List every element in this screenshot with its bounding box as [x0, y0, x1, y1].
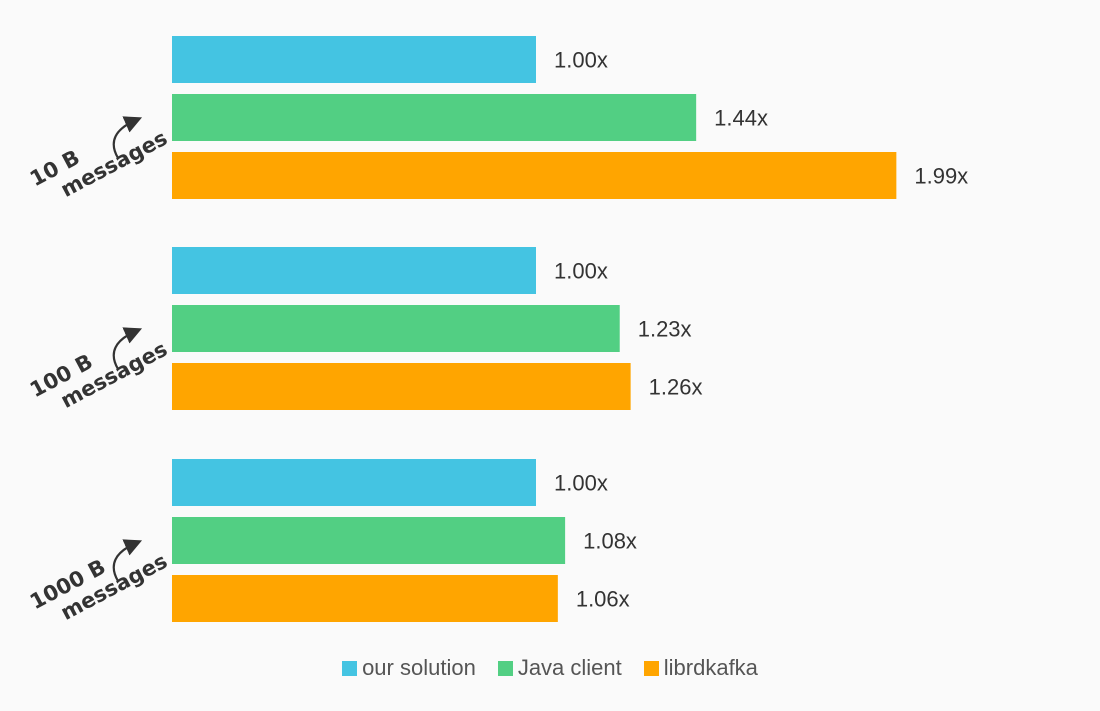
bar-our-solution — [172, 459, 536, 506]
bar-java-client — [172, 94, 697, 141]
legend-item: our solution — [342, 655, 476, 681]
data-label: 1.00x — [554, 471, 608, 496]
data-label: 1.06x — [576, 587, 630, 612]
legend-label: librdkafka — [663, 655, 758, 680]
legend-label: Java client — [517, 655, 622, 680]
bar-librdkafka — [172, 363, 631, 410]
legend-swatch — [497, 660, 513, 676]
bar-our-solution — [172, 36, 536, 83]
bar-our-solution — [172, 247, 536, 294]
chart-plot: 1.00x 1.44x 1.99x 10 Bmessages 1.00x 1.23x 1.2… — [26, 36, 968, 625]
data-label: 1.00x — [554, 259, 608, 284]
legend-item: Java client — [497, 655, 622, 681]
legend-item: librdkafka — [643, 655, 758, 681]
legend-swatch — [342, 660, 358, 676]
bar-java-client — [172, 517, 566, 564]
legend-label: our solution — [362, 655, 476, 680]
data-label: 1.99x — [914, 164, 968, 189]
data-label: 1.44x — [714, 106, 768, 131]
data-label: 1.26x — [649, 375, 703, 400]
bar-java-client — [172, 305, 620, 352]
legend-swatch — [643, 660, 659, 676]
data-label: 1.00x — [554, 48, 608, 73]
chart: 1.00x 1.44x 1.99x 10 Bmessages 1.00x 1.23x 1.2… — [0, 0, 1100, 711]
data-label: 1.23x — [638, 317, 692, 342]
legend: our solution Java client librdkafka — [0, 655, 1100, 681]
bar-librdkafka — [172, 152, 897, 199]
data-label: 1.08x — [583, 529, 637, 554]
bar-librdkafka — [172, 575, 558, 622]
group-label: 100 Bmessages — [26, 337, 171, 413]
group-label: 10 Bmessages — [26, 126, 171, 202]
group-label: 1000 Bmessages — [26, 549, 171, 625]
